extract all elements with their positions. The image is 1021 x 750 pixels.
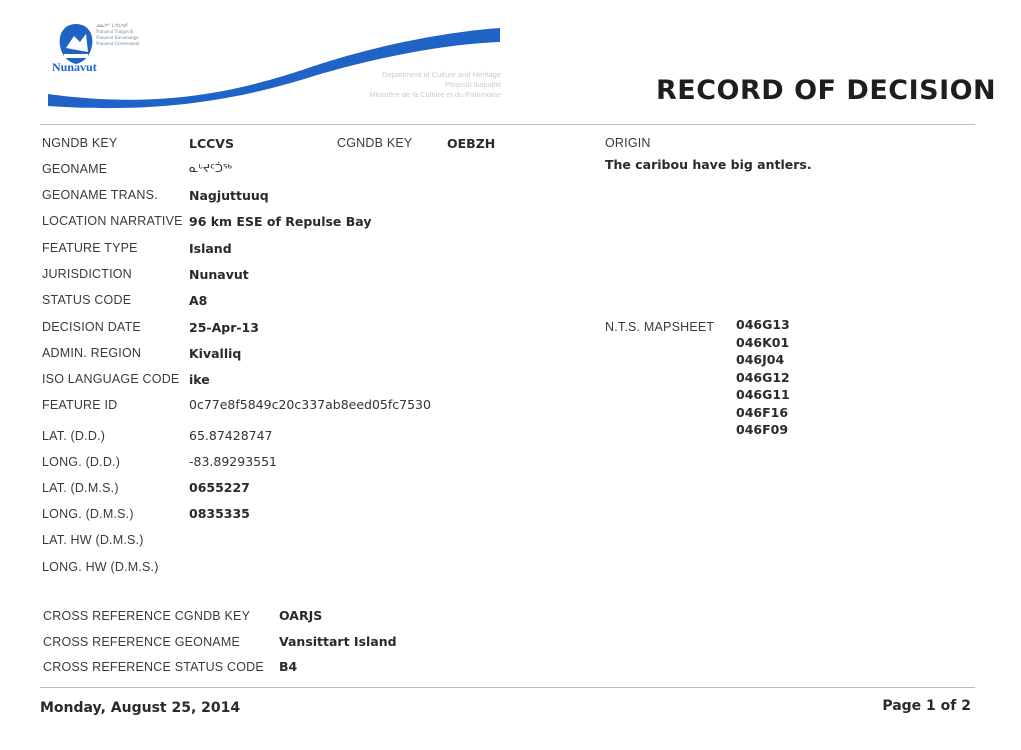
long-dd-label: LONG. (D.D.) — [42, 455, 121, 469]
footer-page-number: Page 1 of 2 — [882, 698, 971, 714]
cross-ref-status-code-label: CROSS REFERENCE STATUS CODE — [43, 660, 264, 674]
lat-dd-value: 65.87428747 — [189, 428, 273, 443]
lat-dms-value: 0655227 — [189, 480, 250, 495]
admin-region-value: Kivalliq — [189, 346, 242, 361]
header-divider — [40, 124, 975, 125]
location-narrative-value: 96 km ESE of Repulse Bay — [189, 214, 372, 229]
nts-mapsheet-item: 046K01 — [736, 334, 790, 350]
nts-mapsheet-list: 046G13 046K01 046J04 046G12 046G11 046F1… — [736, 316, 790, 439]
logo-wordmark: Nunavut — [52, 60, 97, 74]
jurisdiction-value: Nunavut — [189, 267, 249, 282]
status-code-value: A8 — [189, 293, 208, 308]
department-name-fr: Ministère de la Culture et du Patrimoine — [369, 90, 501, 99]
location-narrative-label: LOCATION NARRATIVE — [42, 214, 183, 228]
lat-hw-dms-label: LAT. HW (D.M.S.) — [42, 533, 144, 547]
feature-type-value: Island — [189, 241, 232, 256]
iso-language-code-value: ike — [189, 372, 210, 387]
nts-mapsheet-item: 046G12 — [736, 369, 790, 385]
cross-ref-cgndb-key-label: CROSS REFERENCE CGNDB KEY — [43, 609, 251, 623]
long-dd-value: -83.89293551 — [189, 454, 278, 469]
long-dms-label: LONG. (D.M.S.) — [42, 507, 134, 521]
nts-mapsheet-item: 046J04 — [736, 352, 785, 367]
decision-date-label: DECISION DATE — [42, 320, 141, 334]
page-title: RECORD OF DECISION — [656, 75, 997, 106]
decision-date-value: 25-Apr-13 — [189, 320, 259, 335]
nts-mapsheet-item: 046G13 — [736, 317, 790, 332]
origin-label: ORIGIN — [605, 136, 651, 150]
geoname-value: ᓇᒡᔪᑦᑑᖅ — [189, 162, 232, 175]
cross-ref-geoname-value: Vansittart Island — [279, 634, 397, 649]
cgndb-key-value: OEBZH — [447, 136, 496, 151]
nts-mapsheet-item: 046G11 — [736, 387, 790, 402]
iso-language-code-label: ISO LANGUAGE CODE — [42, 372, 180, 386]
geoname-trans-value: Nagjuttuuq — [189, 188, 269, 203]
department-names: Department of Culture and Heritage Pitqo… — [369, 70, 501, 100]
ngndb-key-label: NGNDB KEY — [42, 136, 118, 150]
nunavut-logo: ᓄᓇᕗᑦ ᒐᕙᒪᒃᑯᑦ Nunavut Tungavik Nunavut Kavam… — [50, 20, 200, 78]
department-name-iu: Pitqosiit Ikajuqtiit — [445, 80, 501, 89]
nts-mapsheet-item: 046F09 — [736, 422, 789, 437]
ngndb-key-value: LCCVS — [189, 136, 234, 151]
cross-ref-cgndb-key-value: OARJS — [279, 608, 323, 623]
origin-value: The caribou have big antlers. — [605, 157, 812, 172]
status-code-label: STATUS CODE — [42, 293, 132, 307]
long-hw-dms-label: LONG. HW (D.M.S.) — [42, 560, 159, 574]
header: ᓄᓇᕗᑦ ᒐᕙᒪᒃᑯᑦ Nunavut Tungavik Nunavut Kavam… — [0, 0, 1021, 124]
geoname-label: GEONAME — [42, 162, 108, 176]
logo-tagline: ᓄᓇᕗᑦ ᒐᕙᒪᒃᑯᑦ Nunavut Tungavik Nunavut Kavam… — [96, 24, 140, 47]
footer-date: Monday, August 25, 2014 — [40, 700, 241, 716]
department-name-en: Department of Culture and Heritage — [382, 70, 501, 79]
feature-id-label: FEATURE ID — [42, 398, 118, 412]
cgndb-key-label: CGNDB KEY — [337, 136, 413, 150]
lat-dms-label: LAT. (D.M.S.) — [42, 481, 119, 495]
geoname-trans-label: GEONAME TRANS. — [42, 188, 158, 202]
cross-ref-status-code-value: B4 — [279, 659, 298, 674]
nts-mapsheet-item: 046F16 — [736, 404, 789, 420]
jurisdiction-label: JURISDICTION — [42, 267, 132, 281]
lat-dd-label: LAT. (D.D.) — [42, 429, 106, 443]
long-dms-value: 0835335 — [189, 506, 250, 521]
feature-type-label: FEATURE TYPE — [42, 241, 138, 255]
nts-mapsheet-label: N.T.S. MAPSHEET — [605, 320, 715, 334]
admin-region-label: ADMIN. REGION — [42, 346, 142, 360]
cross-ref-geoname-label: CROSS REFERENCE GEONAME — [43, 635, 240, 649]
feature-id-value: 0c77e8f5849c20c337ab8eed05fc7530 — [189, 397, 431, 412]
footer-divider — [40, 687, 975, 688]
